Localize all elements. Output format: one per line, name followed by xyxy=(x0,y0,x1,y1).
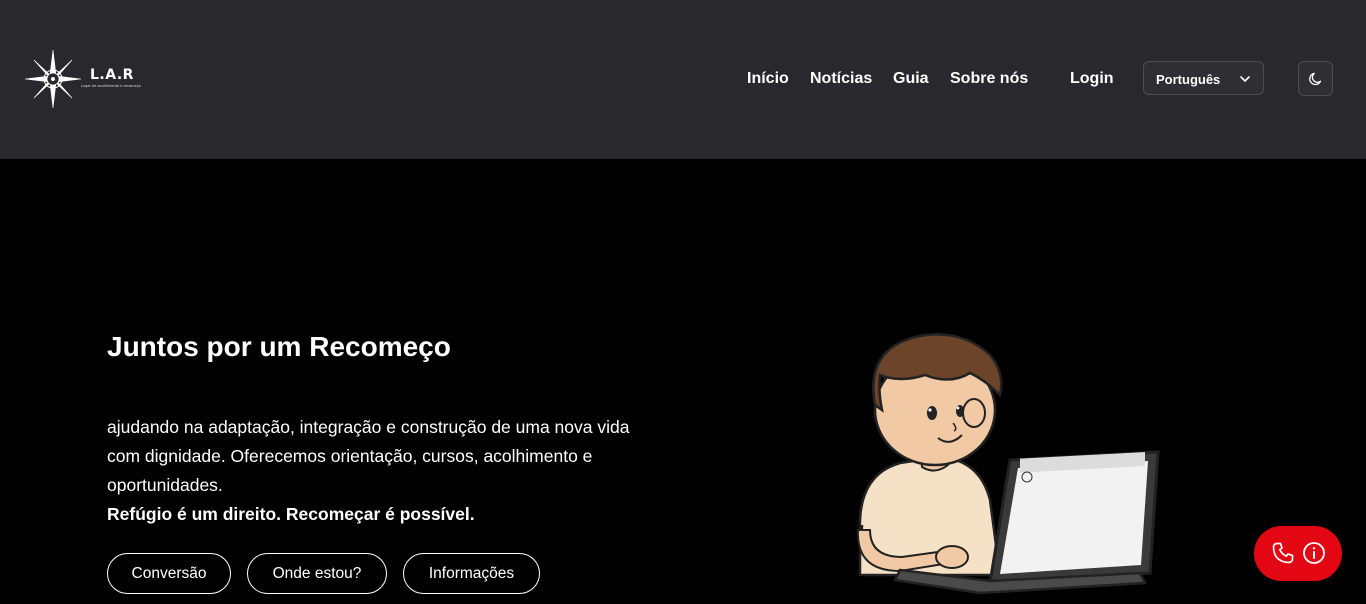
login-link[interactable]: Login xyxy=(1070,70,1114,88)
contact-fab[interactable] xyxy=(1254,526,1342,581)
conversao-button[interactable]: Conversão xyxy=(107,553,231,594)
logo-subtitle: Lugar de acolhimento e recomeço xyxy=(81,84,141,88)
site-header: L.A.R Lugar de acolhimento e recomeço In… xyxy=(0,0,1366,159)
boy-with-laptop-illustration xyxy=(856,333,1160,595)
phone-icon xyxy=(1272,542,1294,564)
site-logo[interactable]: L.A.R Lugar de acolhimento e recomeço xyxy=(24,48,144,110)
language-select[interactable]: Português xyxy=(1143,61,1264,95)
chevron-down-icon xyxy=(1240,76,1250,82)
nav-guia[interactable]: Guia xyxy=(893,70,929,88)
informacoes-button[interactable]: Informações xyxy=(403,553,540,594)
hero-description: ajudando na adaptação, integração e cons… xyxy=(107,417,630,495)
moon-icon xyxy=(1309,72,1322,86)
info-icon xyxy=(1303,542,1325,564)
language-label: Português xyxy=(1156,72,1221,87)
onde-estou-button[interactable]: Onde estou? xyxy=(247,553,387,594)
hero-tagline: Refúgio é um direito. Recomeçar é possív… xyxy=(107,504,475,524)
nav-sobre-nos[interactable]: Sobre nós xyxy=(950,70,1028,88)
nav-inicio[interactable]: Início xyxy=(747,70,789,88)
theme-toggle-button[interactable] xyxy=(1298,61,1333,96)
compass-rose-icon xyxy=(24,49,82,109)
nav-noticias[interactable]: Notícias xyxy=(810,70,872,88)
logo-title: L.A.R xyxy=(90,67,134,83)
hero-title: Juntos por um Recomeço xyxy=(107,331,451,362)
